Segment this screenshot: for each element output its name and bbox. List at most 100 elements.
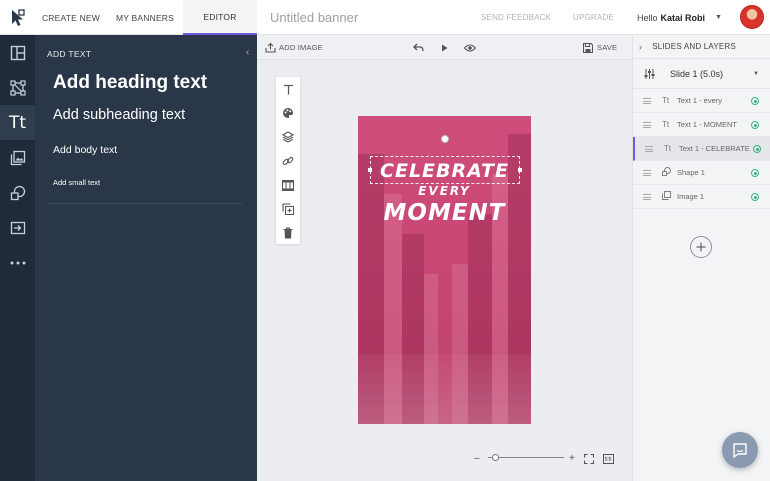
top-bar: CREATE NEW MY BANNERS EDITOR Untitled ba…	[0, 0, 770, 35]
add-slide-button[interactable]	[690, 236, 712, 258]
slides-layers-title: SLIDES AND LAYERS	[652, 42, 736, 51]
zoom-slider-thumb[interactable]	[492, 454, 500, 461]
plus-icon	[696, 242, 706, 252]
palette-animation[interactable]	[276, 173, 300, 197]
user-menu[interactable]: Hello Katai Robi ▼	[637, 0, 722, 35]
images-icon	[10, 150, 25, 165]
resize-handle-left[interactable]	[368, 168, 372, 172]
chevron-down-icon: ▼	[753, 70, 759, 77]
resize-icon	[9, 79, 26, 96]
palette-delete[interactable]	[276, 221, 300, 245]
rail-import[interactable]	[0, 210, 35, 245]
layer-name: Text 1 - every	[677, 96, 723, 105]
rotate-handle[interactable]	[441, 135, 449, 143]
settings-sliders-icon	[644, 68, 655, 79]
preview-button[interactable]	[464, 35, 476, 60]
chevron-down-icon: ▼	[715, 14, 722, 21]
add-subheading-text[interactable]: Add subheading text	[53, 107, 185, 123]
palette-text[interactable]	[276, 77, 300, 101]
layer-item[interactable]: Tt Text 1 - CELEBRATE	[633, 137, 770, 161]
add-image-label: ADD IMAGE	[279, 43, 323, 52]
shape-layer-icon	[662, 167, 671, 178]
zoom-out-button[interactable]: –	[474, 451, 480, 465]
rail-images[interactable]	[0, 140, 35, 175]
visibility-toggle-icon[interactable]	[751, 193, 759, 201]
selection-box[interactable]	[370, 156, 520, 184]
shapes-icon	[10, 185, 25, 200]
import-icon	[10, 221, 25, 234]
palette-layers[interactable]	[276, 125, 300, 149]
drag-handle-icon[interactable]	[645, 146, 653, 152]
save-label: SAVE	[597, 43, 618, 52]
rail-more[interactable]	[0, 245, 35, 280]
upload-icon	[265, 42, 276, 53]
play-button[interactable]	[441, 35, 448, 60]
drag-handle-icon[interactable]	[643, 122, 651, 128]
resize-handle-right[interactable]	[518, 168, 522, 172]
banner-text-every[interactable]: EVERY	[358, 184, 531, 198]
save-button[interactable]: SAVE	[583, 35, 617, 60]
chat-support-button[interactable]	[722, 432, 758, 468]
avatar[interactable]	[740, 5, 764, 29]
actual-size-icon	[603, 454, 614, 464]
slides-layers-header[interactable]: › SLIDES AND LAYERS	[633, 35, 770, 59]
visibility-toggle-icon[interactable]	[753, 145, 761, 153]
rail-text[interactable]: Tt	[0, 105, 35, 140]
slide-selector[interactable]: Slide 1 (5.0s) ▼	[633, 59, 770, 89]
add-text-panel: ADD TEXT ‹ Add heading text Add subheadi…	[35, 35, 257, 481]
fullscreen-icon	[584, 454, 594, 464]
element-tool-palette	[276, 77, 300, 244]
eye-icon	[464, 43, 476, 52]
add-image-button[interactable]: ADD IMAGE	[265, 35, 323, 60]
layer-item[interactable]: Tt Text 1 - every	[633, 89, 770, 113]
drag-handle-icon[interactable]	[643, 194, 651, 200]
rail-resize[interactable]	[0, 70, 35, 105]
canvas-toolbar: ADD IMAGE SAVE	[257, 35, 632, 60]
drag-handle-icon[interactable]	[643, 98, 651, 104]
rail-layouts[interactable]	[0, 35, 35, 70]
banner-title[interactable]: Untitled banner	[270, 0, 358, 35]
slides-and-layers-panel: › SLIDES AND LAYERS Slide 1 (5.0s) ▼ Tt …	[632, 35, 770, 481]
zoom-in-button[interactable]: +	[569, 451, 575, 465]
user-name: Katai Robi	[660, 12, 706, 23]
upgrade-link[interactable]: UPGRADE	[573, 0, 614, 35]
tab-my-banners[interactable]: MY BANNERS	[107, 0, 183, 35]
app-logo-icon[interactable]	[0, 0, 35, 35]
rail-shapes[interactable]	[0, 175, 35, 210]
image-layer-icon	[662, 191, 671, 202]
collapse-panel-icon[interactable]: ‹	[246, 47, 249, 58]
visibility-toggle-icon[interactable]	[751, 97, 759, 105]
fit-to-screen-button[interactable]	[603, 452, 614, 466]
add-body-text[interactable]: Add body text	[53, 144, 117, 156]
layer-name: Text 1 - MOMENT	[677, 120, 738, 129]
undo-icon	[413, 43, 424, 52]
layer-item[interactable]: Shape 1	[633, 161, 770, 185]
fullscreen-button[interactable]	[584, 452, 594, 466]
layer-name: Shape 1	[677, 168, 705, 177]
palette-duplicate[interactable]	[276, 197, 300, 221]
drag-handle-icon[interactable]	[643, 170, 651, 176]
banner-text-moment[interactable]: MOMENT	[358, 200, 531, 226]
palette-color[interactable]	[276, 101, 300, 125]
visibility-toggle-icon[interactable]	[751, 121, 759, 129]
layout-icon	[10, 45, 25, 60]
hello-label: Hello	[637, 12, 658, 23]
text-layer-icon: Tt	[662, 120, 670, 129]
layer-item[interactable]: Image 1	[633, 185, 770, 209]
tab-editor[interactable]: EDITOR	[183, 0, 257, 35]
layer-name: Image 1	[677, 192, 705, 201]
visibility-toggle-icon[interactable]	[751, 169, 759, 177]
palette-link[interactable]	[276, 149, 300, 173]
layer-item[interactable]: Tt Text 1 - MOMENT	[633, 113, 770, 137]
film-icon	[282, 179, 294, 191]
add-heading-text[interactable]: Add heading text	[53, 72, 207, 94]
send-feedback-link[interactable]: SEND FEEDBACK	[481, 0, 551, 35]
layer-name: Text 1 - CELEBRATE	[679, 144, 750, 153]
text-layer-icon: Tt	[662, 96, 670, 105]
slide-label: Slide 1 (5.0s)	[670, 68, 724, 79]
panel-title: ADD TEXT	[47, 49, 92, 59]
add-small-text[interactable]: Add small text	[53, 178, 100, 187]
undo-button[interactable]	[413, 35, 424, 60]
zoom-slider[interactable]	[488, 457, 564, 458]
tab-create-new[interactable]: CREATE NEW	[35, 0, 107, 35]
